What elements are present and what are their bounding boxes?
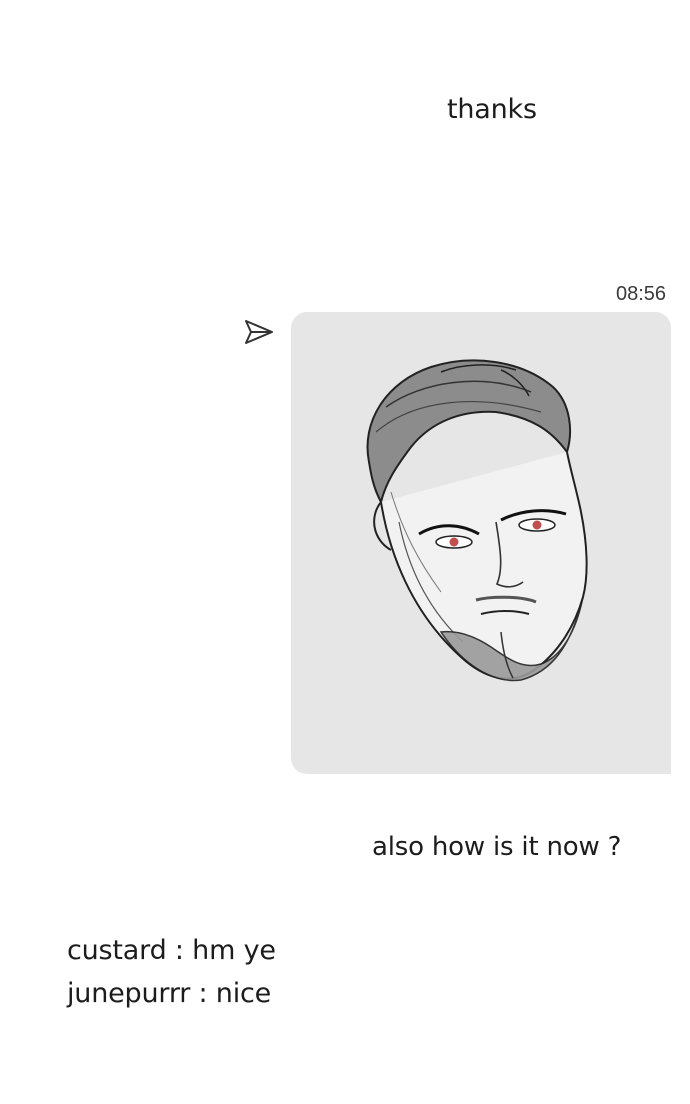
portrait-sketch-icon: [366, 359, 588, 682]
send-arrow-icon[interactable]: [243, 318, 275, 346]
chat-log-line: junepurrr : nice: [67, 978, 272, 1009]
message-timestamp: 08:56: [616, 283, 667, 305]
message-thanks: thanks: [447, 94, 537, 125]
image-attachment[interactable]: [291, 312, 671, 774]
message-followup: also how is it now ?: [372, 832, 622, 862]
chat-log-line: custard : hm ye: [67, 935, 276, 966]
